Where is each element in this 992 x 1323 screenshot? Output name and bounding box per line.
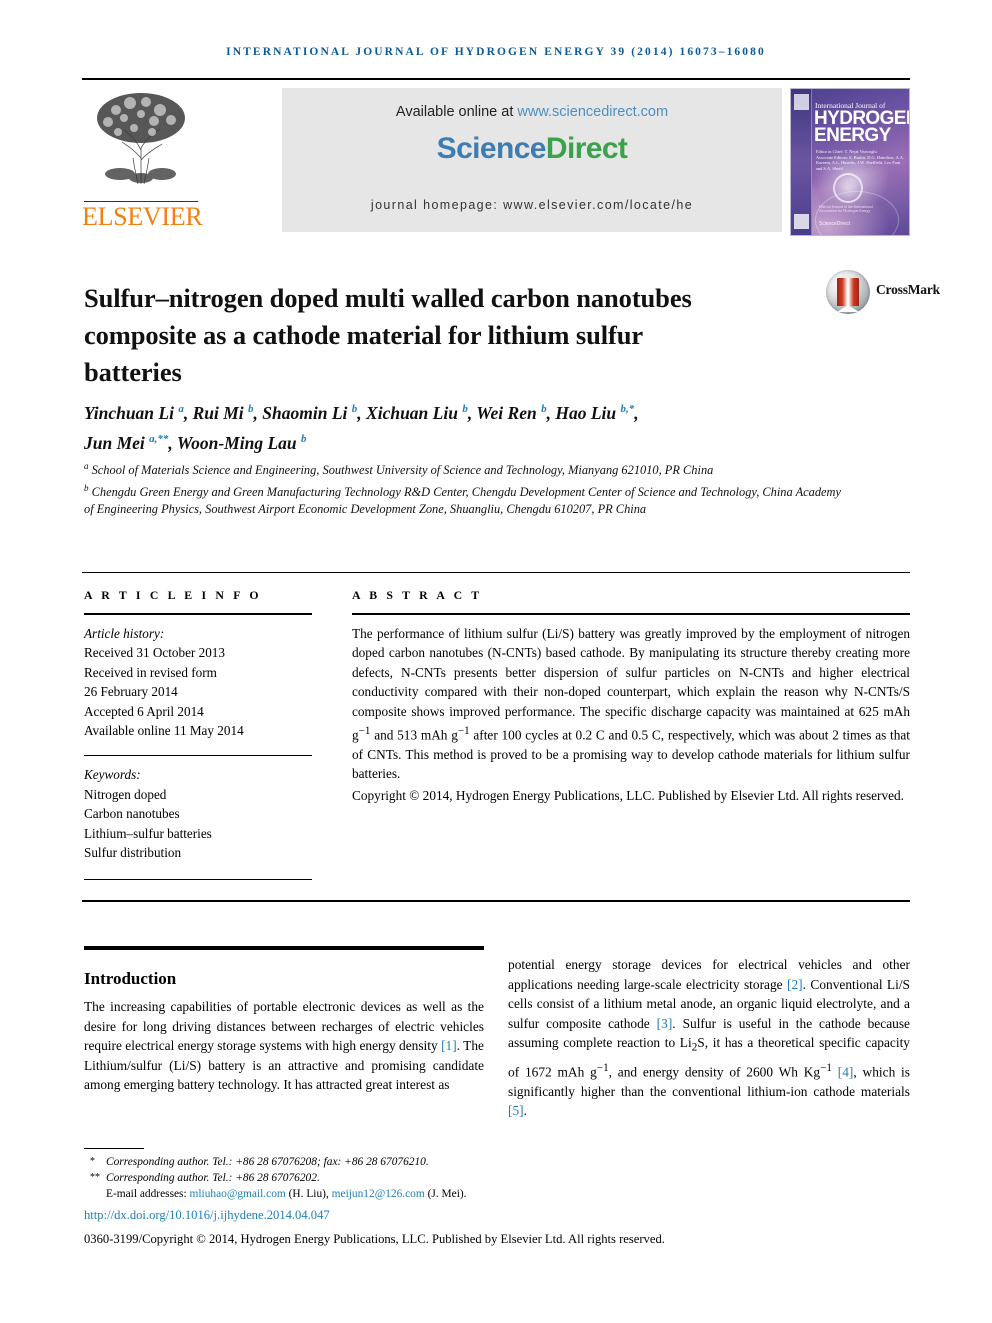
page-title: Sulfur–nitrogen doped multi walled carbo… [84,282,692,387]
article-history-label: Article history: [84,625,165,641]
email-link-liu[interactable]: mliuhao@gmail.com [190,1188,286,1200]
elsevier-wordmark: ELSEVIER [82,202,203,231]
crossmark-icon [826,270,870,314]
running-head: INTERNATIONAL JOURNAL OF HYDROGEN ENERGY… [226,46,766,58]
sciencedirect-url-link[interactable]: www.sciencedirect.com [517,104,668,120]
journal-article-page: INTERNATIONAL JOURNAL OF HYDROGEN ENERGY… [0,0,992,1323]
article-history-item: Received in revised form [84,664,217,680]
cover-title-main: HYDROGEN ENERGY [814,109,909,146]
abstract-text: The performance of lithium sulfur (Li/S)… [352,625,910,782]
footnotes: * Corresponding author. Tel.: +86 28 670… [84,1154,784,1203]
cover-sciencedirect-tag: ScienceDirect [819,221,850,227]
email-link-mei[interactable]: meijun12@126.com [332,1188,425,1200]
info-block-bottom-divider [82,900,910,902]
introduction-left-column: The increasing capabilities of portable … [84,997,484,1095]
article-history: Article history: Received 31 October 201… [84,624,312,741]
cover-society-text: Official Journal of the International As… [819,205,873,213]
cover-publisher-badge [794,94,809,110]
sciencedirect-logo[interactable]: ScienceDirect [282,132,782,166]
keyword-item: Lithium–sulfur batteries [84,825,212,841]
footnote-divider [84,1148,144,1149]
info-block-top-divider [82,572,910,573]
footnote-1-marker: * [90,1156,95,1167]
cover-society-badge [794,214,809,229]
keywords-label: Keywords: [84,767,141,783]
elsevier-tree-icon [97,93,185,185]
citation-ref[interactable]: [5] [508,1103,524,1118]
keywords-bottom-divider [84,878,312,881]
citation-ref[interactable]: [3] [657,1016,673,1031]
keywords-block: Keywords: Nitrogen doped Carbon nanotube… [84,765,312,863]
sciencedirect-logo-direct: Direct [545,132,628,165]
author-list: Yinchuan Li a, Rui Mi b, Shaomin Li b, X… [84,396,884,456]
footnote-1: * Corresponding author. Tel.: +86 28 670… [84,1154,784,1170]
abstract-column: A B S T R A C T The performance of lithi… [352,588,910,805]
footnote-2-text: Corresponding author. Tel.: +86 28 67076… [106,1172,320,1185]
available-online-line: Available online at www.sciencedirect.co… [282,104,782,120]
cover-circle-decoration [833,173,863,203]
introduction-rule [84,946,484,950]
footnote-2: ** Corresponding author. Tel.: +86 28 67… [84,1170,784,1186]
email-owner-liu: (H. Liu), [288,1188,329,1201]
available-online-prefix: Available online at [395,104,518,120]
footnote-1-text: Corresponding author. Tel.: +86 28 67076… [106,1156,429,1168]
abstract-copyright: Copyright © 2014, Hydrogen Energy Public… [352,787,905,803]
elsevier-logo: ELSEVIER [82,86,203,234]
sciencedirect-banner: Available online at www.sciencedirect.co… [282,88,782,232]
affiliation-a-text: School of Materials Science and Engineer… [91,463,714,478]
citation-ref[interactable]: [2] [787,977,803,992]
article-history-item: Available online 11 May 2014 [84,723,244,739]
keyword-item: Carbon nanotubes [84,806,180,822]
crossmark-label: CrossMark [876,282,940,297]
doi-link[interactable]: http://dx.doi.org/10.1016/j.ijhydene.201… [84,1208,330,1223]
introduction-heading: Introduction [84,969,177,989]
author-line-2: Jun Mei a,**, Woon-Ming Lau b [84,432,307,453]
abstract-heading-rule [352,613,910,615]
crossmark-book-glyph [837,278,859,312]
article-info-heading-rule [84,613,312,615]
article-info-column: A R T I C L E I N F O Article history: R… [84,588,312,881]
keywords-top-divider [84,754,312,757]
sciencedirect-logo-science: Science [436,132,547,165]
affiliation-b-text: Chengdu Green Energy and Green Manufactu… [84,484,841,517]
abstract-body: The performance of lithium sulfur (Li/S)… [352,624,910,806]
citation-ref[interactable]: [1] [441,1038,457,1053]
article-history-item: Received 31 October 2013 [84,645,225,661]
cover-title-line3: ENERGY [814,125,891,146]
masthead: ELSEVIER Available online at www.science… [82,86,910,236]
introduction-right-text: potential energy storage devices for ele… [508,957,910,1119]
footnote-emails: E-mail addresses: mliuhao@gmail.com (H. … [84,1186,784,1202]
journal-homepage-line[interactable]: journal homepage: www.elsevier.com/locat… [282,198,782,212]
keyword-item: Nitrogen doped [84,786,167,802]
introduction-right-column: potential energy storage devices for ele… [508,955,910,1121]
citation-ref[interactable]: [4] [838,1064,854,1079]
author-line-1: Yinchuan Li a, Rui Mi b, Shaomin Li b, X… [84,402,639,423]
introduction-left-text: The increasing capabilities of portable … [84,999,484,1093]
affiliation-a: a School of Materials Science and Engine… [84,461,714,478]
affiliations: a School of Materials Science and Engine… [84,458,844,519]
article-history-item: Accepted 6 April 2014 [84,703,204,719]
affiliation-b: b Chengdu Green Energy and Green Manufac… [84,482,841,517]
abstract-heading: A B S T R A C T [352,588,483,602]
issn-copyright-line: 0360-3199/Copyright © 2014, Hydrogen Ene… [84,1232,665,1246]
footnote-2-marker: ** [90,1172,100,1184]
keyword-item: Sulfur distribution [84,845,182,861]
article-history-item: 26 February 2014 [84,684,178,700]
email-owner-mei: (J. Mei). [427,1188,467,1201]
crossmark-badge[interactable]: CrossMark [826,268,940,318]
email-label: E-mail addresses: [106,1188,187,1201]
header-divider [82,78,910,80]
cover-editors-text: Editor in Chief: T. Nejat Veziroglu Assoc… [816,149,904,171]
article-info-heading: A R T I C L E I N F O [84,588,262,602]
journal-cover-thumbnail: International Journal of HYDROGEN ENERGY… [790,88,910,236]
